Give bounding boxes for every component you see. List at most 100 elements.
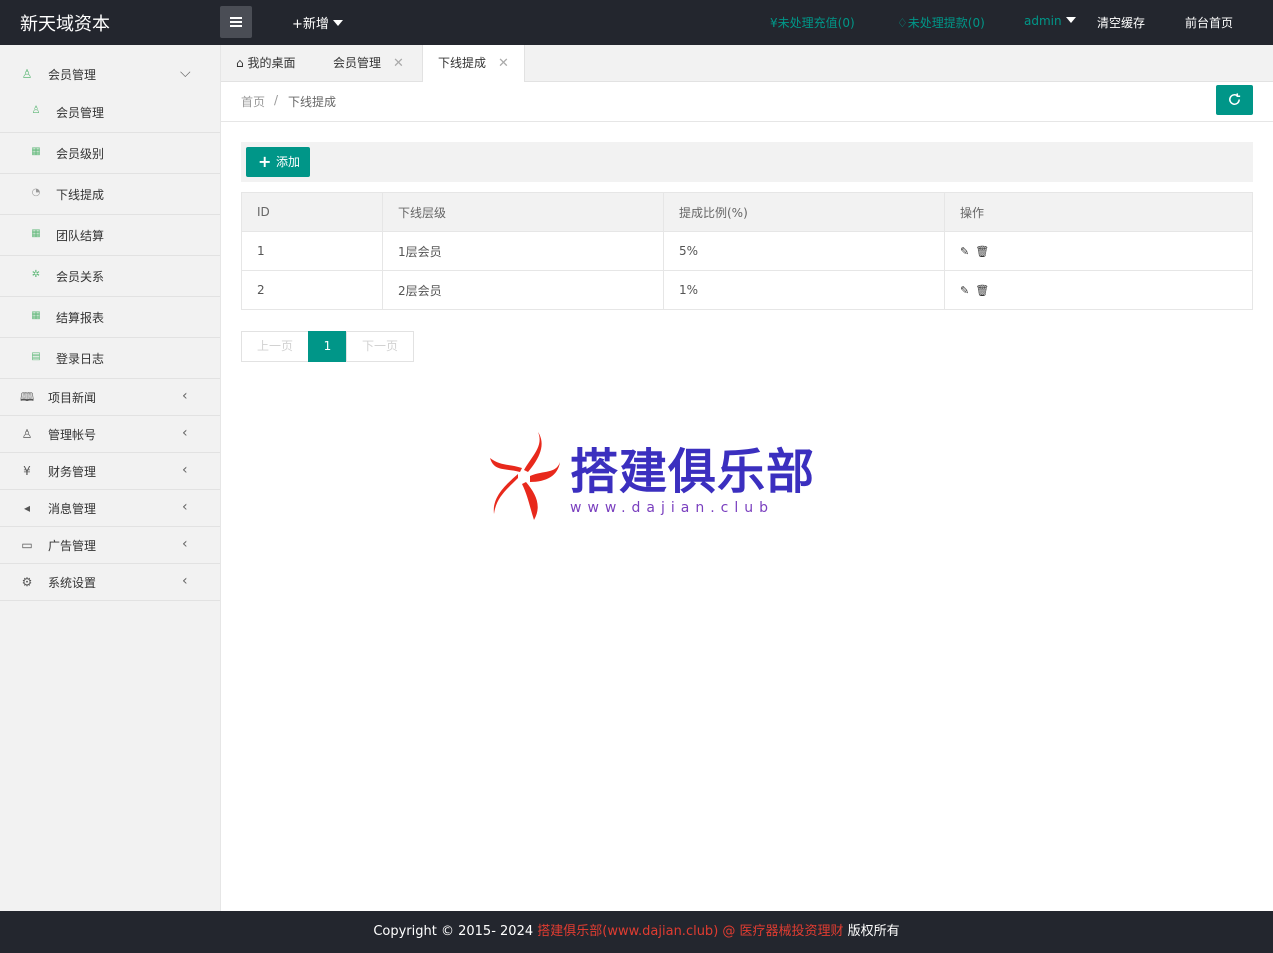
refresh-icon [1229, 93, 1241, 105]
tab-bar: ⌂ 我的桌面 会员管理 ✕ 下线提成 ✕ [221, 45, 1273, 82]
close-icon[interactable]: ✕ [393, 56, 404, 71]
breadcrumb-home[interactable]: 首页 [241, 93, 265, 110]
tab-commission[interactable]: 下线提成 ✕ [422, 45, 525, 82]
column-header-level: 下线层级 [382, 192, 664, 232]
prev-page-button[interactable]: 上一页 [241, 331, 309, 362]
footer: Copyright © 2015- 2024 搭建俱乐部(www.dajian.… [0, 911, 1273, 953]
sidebar-group-label: 消息管理 [48, 502, 97, 516]
sidebar-item-label: 登录日志 [56, 352, 105, 366]
menu-toggle-button[interactable] [220, 6, 252, 38]
cell-id: 2 [241, 270, 383, 310]
sidebar-group-label: 广告管理 [48, 539, 97, 553]
book-icon: 🕮 [20, 390, 35, 404]
tab-members[interactable]: 会员管理 ✕ [333, 45, 404, 81]
refresh-button[interactable] [1216, 85, 1253, 115]
user-menu[interactable]: admin [1024, 14, 1076, 28]
edit-icon[interactable]: ✎ [960, 284, 969, 297]
sidebar: ♙ 会员管理 ⌵ ♙ 会员管理 ▦ 会员级别 ◔ 下线提成 ▦ 团队结算 ✲ 会… [0, 45, 221, 911]
breadcrumb-separator: / [274, 93, 279, 107]
sidebar-item-members[interactable]: ♙ 会员管理 [0, 92, 220, 133]
yen-icon: ¥ [770, 16, 778, 30]
column-header-actions: 操作 [944, 192, 1253, 232]
sidebar-item-settlement-report[interactable]: ▦ 结算报表 [0, 297, 220, 338]
cell-actions: ✎ 🗑 [944, 270, 1253, 310]
plus-icon: + [258, 152, 272, 171]
sidebar-item-label: 下线提成 [56, 188, 105, 202]
cell-id: 1 [241, 231, 383, 271]
sidebar-group-ads[interactable]: ▭ 广告管理 ‹ [0, 527, 220, 564]
table-toolbar: + 添加 [241, 142, 1253, 182]
front-home-link[interactable]: 前台首页 [1185, 14, 1233, 31]
table-header-row: ID 下线层级 提成比例(%) 操作 [241, 192, 1253, 232]
gear-icon: ⚙ [21, 575, 33, 589]
top-bar: 新天域资本 +新增 ¥未处理充值(0) ♢未处理提款(0) admin 清空缓存… [0, 0, 1273, 45]
tab-label: 下线提成 [438, 56, 487, 70]
sidebar-group-label: 管理帐号 [48, 428, 97, 442]
edit-icon[interactable]: ✎ [960, 245, 969, 258]
sidebar-item-member-levels[interactable]: ▦ 会员级别 [0, 133, 220, 174]
sidebar-group-admin-accounts[interactable]: ♙ 管理帐号 ‹ [0, 416, 220, 453]
picture-icon: ▭ [21, 538, 33, 552]
new-menu-label: +新增 [292, 17, 329, 32]
chevron-left-icon: ‹ [182, 425, 188, 441]
pending-withdraw-label: 未处理提款(0) [907, 16, 985, 30]
sidebar-group-label: 系统设置 [48, 576, 97, 590]
hamburger-icon-line [230, 25, 242, 27]
pending-recharge-link[interactable]: ¥未处理充值(0) [770, 14, 855, 31]
column-header-id: ID [241, 192, 383, 232]
user-icon: ♙ [21, 67, 33, 81]
clear-cache-link[interactable]: 清空缓存 [1097, 14, 1145, 31]
calendar-icon: ▤ [31, 351, 41, 362]
pending-withdraw-link[interactable]: ♢未处理提款(0) [897, 14, 985, 31]
user-name: admin [1024, 14, 1062, 28]
sidebar-item-commission[interactable]: ◔ 下线提成 [0, 174, 220, 215]
new-menu[interactable]: +新增 [292, 13, 343, 32]
diamond-icon: ♢ [897, 16, 908, 30]
chevron-left-icon: ‹ [182, 388, 188, 404]
trash-icon[interactable]: 🗑 [975, 245, 989, 258]
trash-icon[interactable]: 🗑 [975, 284, 989, 297]
cell-ratio: 5% [663, 231, 945, 271]
footer-site-link[interactable]: 搭建俱乐部(www.dajian.club) @ 医疗器械投资理财 [537, 924, 843, 939]
watermark-title: 搭建俱乐部 [570, 444, 816, 500]
next-page-button[interactable]: 下一页 [346, 331, 414, 362]
sidebar-group-label: 会员管理 [48, 68, 97, 82]
sidebar-item-team-settlement[interactable]: ▦ 团队结算 [0, 215, 220, 256]
hamburger-icon-line [230, 21, 242, 23]
commission-table: ID 下线层级 提成比例(%) 操作 1 1层会员 5% ✎ 🗑 2 2层会员 1… [241, 192, 1253, 310]
breadcrumb: 首页 / 下线提成 [221, 82, 1273, 122]
sidebar-item-label: 结算报表 [56, 311, 105, 325]
cell-level: 2层会员 [382, 270, 664, 310]
add-button[interactable]: + 添加 [246, 147, 310, 177]
footer-copyright: Copyright © 2015- 2024 [373, 924, 538, 939]
tab-label: 会员管理 [333, 56, 382, 70]
close-icon[interactable]: ✕ [498, 56, 509, 71]
sidebar-group-finance[interactable]: ¥ 财务管理 ‹ [0, 453, 220, 490]
sidebar-item-member-relations[interactable]: ✲ 会员关系 [0, 256, 220, 297]
tab-desktop[interactable]: ⌂ 我的桌面 [236, 45, 295, 81]
sidebar-group-label: 项目新闻 [48, 391, 97, 405]
speaker-icon: ◂ [23, 501, 31, 515]
table-row: 1 1层会员 5% ✎ 🗑 [241, 231, 1253, 271]
sidebar-item-label: 会员级别 [56, 147, 105, 161]
sidebar-group-messages[interactable]: ◂ 消息管理 ‹ [0, 490, 220, 527]
breadcrumb-current: 下线提成 [288, 95, 337, 109]
page-1-button[interactable]: 1 [308, 331, 347, 362]
chevron-left-icon: ‹ [182, 573, 188, 589]
add-button-label: 添加 [276, 155, 301, 169]
cell-actions: ✎ 🗑 [944, 231, 1253, 271]
table-row: 2 2层会员 1% ✎ 🗑 [241, 270, 1253, 310]
cell-level: 1层会员 [382, 231, 664, 271]
sidebar-item-login-log[interactable]: ▤ 登录日志 [0, 338, 220, 379]
apps-icon: ▦ [31, 310, 41, 321]
sidebar-item-label: 团队结算 [56, 229, 105, 243]
sidebar-group-members[interactable]: ♙ 会员管理 ⌵ [0, 56, 220, 92]
sidebar-group-label: 财务管理 [48, 465, 97, 479]
cell-ratio: 1% [663, 270, 945, 310]
chevron-left-icon: ‹ [182, 462, 188, 478]
watermark-url: www.dajian.club [570, 500, 775, 516]
sidebar-group-news[interactable]: 🕮 项目新闻 ‹ [0, 379, 220, 416]
chevron-down-icon: ⌵ [180, 65, 191, 81]
sidebar-group-settings[interactable]: ⚙ 系统设置 ‹ [0, 564, 220, 601]
app-logo: 新天域资本 [20, 14, 110, 35]
